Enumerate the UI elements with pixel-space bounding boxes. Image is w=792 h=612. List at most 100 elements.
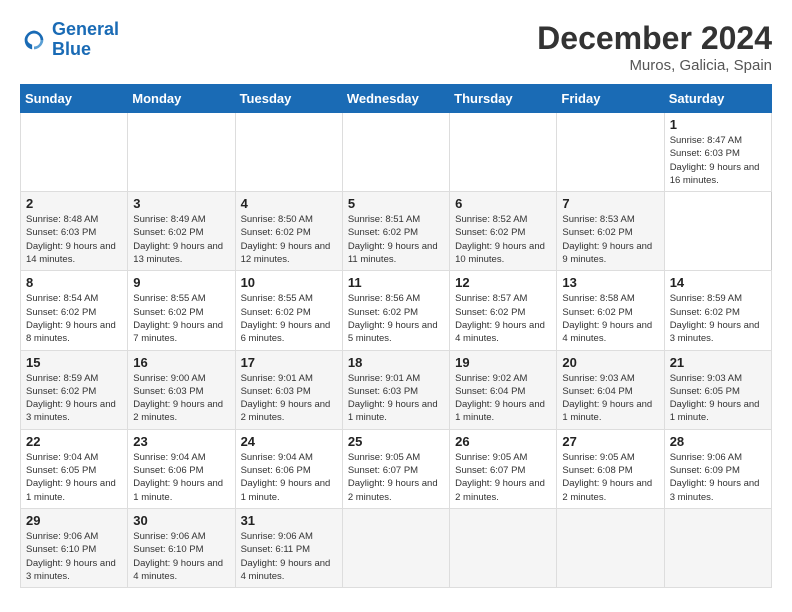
day-cell-17: 17Sunrise: 9:01 AMSunset: 6:03 PMDayligh… [235,350,342,429]
day-number: 16 [133,355,229,370]
day-cell-12: 12 Sunrise: 8:57 AMSunset: 6:02 PMDayligh… [450,271,557,350]
day-info: Sunrise: 8:47 AMSunset: 6:03 PMDaylight:… [670,134,766,187]
day-cell-13: 13Sunrise: 8:58 AMSunset: 6:02 PMDayligh… [557,271,664,350]
day-info: Sunrise: 8:53 AMSunset: 6:02 PMDaylight:… [562,213,658,266]
day-info: Sunrise: 9:01 AMSunset: 6:03 PMDaylight:… [348,372,444,425]
day-cell-8: 8 Sunrise: 8:54 AMSunset: 6:02 PMDaylight… [21,271,128,350]
empty-cell [664,508,771,587]
day-info: Sunrise: 9:02 AMSunset: 6:04 PMDaylight:… [455,372,551,425]
calendar-week-4: 15Sunrise: 8:59 AMSunset: 6:02 PMDayligh… [21,350,772,429]
day-cell-14: 14Sunrise: 8:59 AMSunset: 6:02 PMDayligh… [664,271,771,350]
day-info: Sunrise: 8:52 AMSunset: 6:02 PMDaylight:… [455,213,551,266]
calendar-week-2: 2 Sunrise: 8:48 AMSunset: 6:03 PMDaylight… [21,192,772,271]
day-number: 8 [26,275,122,290]
day-info: Sunrise: 9:06 AMSunset: 6:10 PMDaylight:… [26,530,122,583]
day-info: Sunrise: 8:51 AMSunset: 6:02 PMDaylight:… [348,213,444,266]
day-info: Sunrise: 9:00 AMSunset: 6:03 PMDaylight:… [133,372,229,425]
day-cell-22: 22Sunrise: 9:04 AMSunset: 6:05 PMDayligh… [21,429,128,508]
day-of-week-thursday: Thursday [450,85,557,113]
day-cell-24: 24Sunrise: 9:04 AMSunset: 6:06 PMDayligh… [235,429,342,508]
empty-cell [342,508,449,587]
page-header: General Blue December 2024 Muros, Galici… [20,20,772,74]
day-number: 4 [241,196,337,211]
calendar-body: 1 Sunrise: 8:47 AMSunset: 6:03 PMDaylight… [21,113,772,588]
day-of-week-wednesday: Wednesday [342,85,449,113]
day-cell-25: 25 Sunrise: 9:05 AMSunset: 6:07 PMDayligh… [342,429,449,508]
day-number: 2 [26,196,122,211]
day-of-week-saturday: Saturday [664,85,771,113]
day-info: Sunrise: 8:55 AMSunset: 6:02 PMDaylight:… [133,292,229,345]
day-number: 29 [26,513,122,528]
day-info: Sunrise: 9:05 AMSunset: 6:07 PMDaylight:… [348,451,444,504]
day-cell-6: 6 Sunrise: 8:52 AMSunset: 6:02 PMDaylight… [450,192,557,271]
day-info: Sunrise: 9:06 AMSunset: 6:09 PMDaylight:… [670,451,766,504]
day-info: Sunrise: 8:59 AMSunset: 6:02 PMDaylight:… [670,292,766,345]
day-info: Sunrise: 8:59 AMSunset: 6:02 PMDaylight:… [26,372,122,425]
day-number: 17 [241,355,337,370]
day-number: 10 [241,275,337,290]
day-number: 31 [241,513,337,528]
day-info: Sunrise: 8:49 AMSunset: 6:02 PMDaylight:… [133,213,229,266]
day-info: Sunrise: 8:50 AMSunset: 6:02 PMDaylight:… [241,213,337,266]
day-number: 5 [348,196,444,211]
day-number: 30 [133,513,229,528]
empty-cell [557,508,664,587]
calendar-table: SundayMondayTuesdayWednesdayThursdayFrid… [20,84,772,588]
logo-icon [20,26,48,54]
day-cell-31: 31 Sunrise: 9:06 AMSunset: 6:11 PMDayligh… [235,508,342,587]
day-info: Sunrise: 8:54 AMSunset: 6:02 PMDaylight:… [26,292,122,345]
day-info: Sunrise: 8:55 AMSunset: 6:02 PMDaylight:… [241,292,337,345]
day-number: 28 [670,434,766,449]
day-info: Sunrise: 8:56 AMSunset: 6:02 PMDaylight:… [348,292,444,345]
day-number: 26 [455,434,551,449]
day-of-week-friday: Friday [557,85,664,113]
day-info: Sunrise: 9:06 AMSunset: 6:10 PMDaylight:… [133,530,229,583]
day-cell-7: 7 Sunrise: 8:53 AMSunset: 6:02 PMDaylight… [557,192,664,271]
day-number: 18 [348,355,444,370]
empty-cell [557,113,664,192]
day-cell-9: 9 Sunrise: 8:55 AMSunset: 6:02 PMDaylight… [128,271,235,350]
day-info: Sunrise: 8:48 AMSunset: 6:03 PMDaylight:… [26,213,122,266]
day-info: Sunrise: 8:57 AMSunset: 6:02 PMDaylight:… [455,292,551,345]
day-number: 9 [133,275,229,290]
day-info: Sunrise: 9:04 AMSunset: 6:05 PMDaylight:… [26,451,122,504]
day-cell-11: 11Sunrise: 8:56 AMSunset: 6:02 PMDayligh… [342,271,449,350]
calendar-week-5: 22Sunrise: 9:04 AMSunset: 6:05 PMDayligh… [21,429,772,508]
day-cell-15: 15Sunrise: 8:59 AMSunset: 6:02 PMDayligh… [21,350,128,429]
day-cell-28: 28 Sunrise: 9:06 AMSunset: 6:09 PMDayligh… [664,429,771,508]
day-number: 21 [670,355,766,370]
empty-cell [128,113,235,192]
day-cell-16: 16 Sunrise: 9:00 AMSunset: 6:03 PMDayligh… [128,350,235,429]
calendar-week-3: 8 Sunrise: 8:54 AMSunset: 6:02 PMDaylight… [21,271,772,350]
day-number: 25 [348,434,444,449]
day-number: 13 [562,275,658,290]
day-cell-27: 27Sunrise: 9:05 AMSunset: 6:08 PMDayligh… [557,429,664,508]
day-number: 3 [133,196,229,211]
day-cell-2: 2 Sunrise: 8:48 AMSunset: 6:03 PMDaylight… [21,192,128,271]
day-number: 24 [241,434,337,449]
day-number: 23 [133,434,229,449]
day-of-week-sunday: Sunday [21,85,128,113]
day-number: 6 [455,196,551,211]
empty-cell [21,113,128,192]
empty-cell [342,113,449,192]
month-year: December 2024 [537,20,772,57]
day-of-week-monday: Monday [128,85,235,113]
day-number: 7 [562,196,658,211]
day-info: Sunrise: 9:03 AMSunset: 6:04 PMDaylight:… [562,372,658,425]
day-cell-4: 4 Sunrise: 8:50 AMSunset: 6:02 PMDaylight… [235,192,342,271]
day-number: 1 [670,117,766,132]
title-block: December 2024 Muros, Galicia, Spain [537,20,772,74]
location: Muros, Galicia, Spain [537,57,772,74]
day-info: Sunrise: 9:03 AMSunset: 6:05 PMDaylight:… [670,372,766,425]
day-number: 12 [455,275,551,290]
day-cell-3: 3 Sunrise: 8:49 AMSunset: 6:02 PMDaylight… [128,192,235,271]
day-cell-19: 19Sunrise: 9:02 AMSunset: 6:04 PMDayligh… [450,350,557,429]
day-info: Sunrise: 9:05 AMSunset: 6:08 PMDaylight:… [562,451,658,504]
empty-cell [450,508,557,587]
day-cell-26: 26Sunrise: 9:05 AMSunset: 6:07 PMDayligh… [450,429,557,508]
day-cell-18: 18 Sunrise: 9:01 AMSunset: 6:03 PMDayligh… [342,350,449,429]
calendar-week-6: 29 Sunrise: 9:06 AMSunset: 6:10 PMDayligh… [21,508,772,587]
day-cell-5: 5 Sunrise: 8:51 AMSunset: 6:02 PMDaylight… [342,192,449,271]
day-info: Sunrise: 9:06 AMSunset: 6:11 PMDaylight:… [241,530,337,583]
